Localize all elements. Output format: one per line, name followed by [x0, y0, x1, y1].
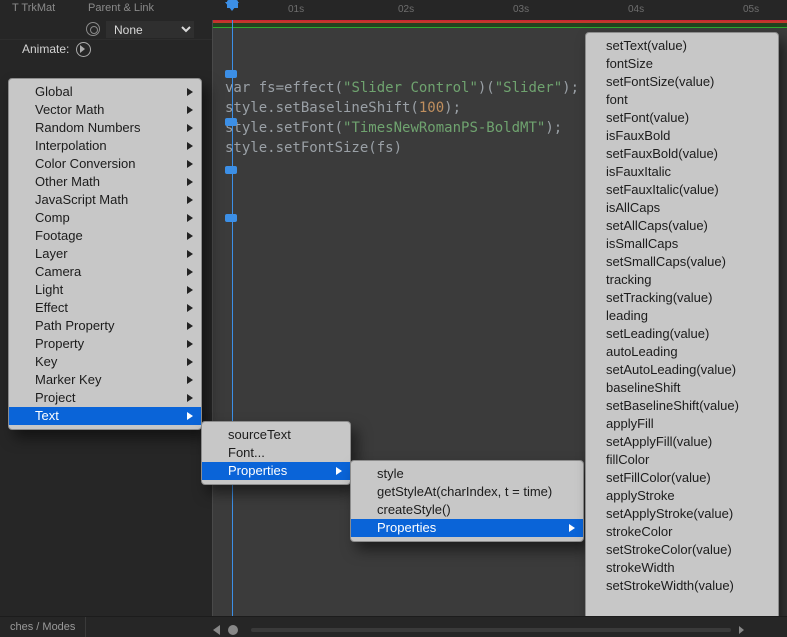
menu1-item-other-math[interactable]: Other Math — [9, 173, 201, 191]
menu4-item[interactable]: setApplyFill(value) — [586, 433, 778, 451]
menu4-item[interactable]: applyStroke — [586, 487, 778, 505]
menu1-item-path-property[interactable]: Path Property — [9, 317, 201, 335]
menu4-item[interactable]: setText(value) — [586, 37, 778, 55]
timeline-header: T TrkMat Parent & Link 01s 02s 03s 04s 0… — [0, 0, 787, 21]
menu3-item-getstyleat[interactable]: getStyleAt(charIndex, t = time) — [351, 483, 583, 501]
menu2-item-font[interactable]: Font... — [202, 444, 350, 462]
col-parent-link: Parent & Link — [88, 2, 154, 14]
switches-modes-toggle[interactable]: ches / Modes — [0, 617, 86, 637]
parent-dropdown[interactable]: None — [106, 21, 194, 38]
menu1-item-color-conversion[interactable]: Color Conversion — [9, 155, 201, 173]
menu4-item[interactable]: applyFill — [586, 415, 778, 433]
timeline-zoom-scroll[interactable] — [213, 621, 787, 633]
work-area-bar[interactable] — [213, 20, 787, 28]
menu4-item[interactable]: tracking — [586, 271, 778, 289]
menu4-item[interactable]: setLeading(value) — [586, 325, 778, 343]
app-root: T TrkMat Parent & Link 01s 02s 03s 04s 0… — [0, 0, 787, 637]
ruler-tick: 05s — [743, 4, 759, 15]
menu1-item-vector-math[interactable]: Vector Math — [9, 101, 201, 119]
playhead[interactable] — [225, 0, 240, 20]
menu2-item-sourcetext[interactable]: sourceText — [202, 426, 350, 444]
menu1-item-camera[interactable]: Camera — [9, 263, 201, 281]
menu3-item-createstyle[interactable]: createStyle() — [351, 501, 583, 519]
ruler-tick: 01s — [288, 4, 304, 15]
expression-pick-icons — [225, 70, 237, 262]
zoom-track[interactable] — [251, 628, 731, 632]
menu4-item[interactable]: font — [586, 91, 778, 109]
menu4-item[interactable]: setSmallCaps(value) — [586, 253, 778, 271]
menu4-item[interactable]: isFauxBold — [586, 127, 778, 145]
zoom-knob[interactable] — [228, 625, 238, 635]
menu4-item[interactable]: setStrokeColor(value) — [586, 541, 778, 559]
menu3-item-style[interactable]: style — [351, 465, 583, 483]
menu4-item[interactable]: fontSize — [586, 55, 778, 73]
pickwhip-icon[interactable] — [86, 22, 100, 36]
menu1-item-layer[interactable]: Layer — [9, 245, 201, 263]
footer-bar: ches / Modes — [0, 616, 787, 637]
expression-language-menu[interactable]: Global Vector Math Random Numbers Interp… — [8, 78, 202, 430]
menu4-item[interactable]: isFauxItalic — [586, 163, 778, 181]
ruler-tick: 04s — [628, 4, 644, 15]
time-ruler[interactable]: 01s 02s 03s 04s 05s — [213, 0, 787, 20]
col-trkmat: T TrkMat — [12, 2, 55, 14]
menu1-item-footage[interactable]: Footage — [9, 227, 201, 245]
zoom-out-icon[interactable] — [213, 625, 220, 635]
menu1-item-marker-key[interactable]: Marker Key — [9, 371, 201, 389]
menu4-item[interactable]: setFontSize(value) — [586, 73, 778, 91]
ruler-tick: 02s — [398, 4, 414, 15]
menu4-item[interactable]: setApplyStroke(value) — [586, 505, 778, 523]
menu1-item-effect[interactable]: Effect — [9, 299, 201, 317]
animate-row[interactable]: Animate: — [0, 40, 212, 59]
menu1-item-comp[interactable]: Comp — [9, 209, 201, 227]
text-submenu[interactable]: sourceText Font... Properties — [201, 421, 351, 485]
menu1-item-text[interactable]: Text — [9, 407, 201, 425]
menu1-item-global[interactable]: Global — [9, 83, 201, 101]
menu4-item[interactable]: setFauxItalic(value) — [586, 181, 778, 199]
menu1-item-interpolation[interactable]: Interpolation — [9, 137, 201, 155]
text-style-properties-menu[interactable]: setText(value) fontSize setFontSize(valu… — [585, 32, 779, 632]
animate-label: Animate: — [22, 42, 69, 56]
menu4-item[interactable]: setStrokeWidth(value) — [586, 577, 778, 595]
menu4-item[interactable]: setFauxBold(value) — [586, 145, 778, 163]
ruler-tick: 03s — [513, 4, 529, 15]
menu1-item-project[interactable]: Project — [9, 389, 201, 407]
menu4-item[interactable]: setFont(value) — [586, 109, 778, 127]
menu4-item[interactable]: baselineShift — [586, 379, 778, 397]
text-properties-submenu[interactable]: style getStyleAt(charIndex, t = time) cr… — [350, 460, 584, 542]
menu1-item-random-numbers[interactable]: Random Numbers — [9, 119, 201, 137]
menu4-item[interactable]: setFillColor(value) — [586, 469, 778, 487]
menu1-item-light[interactable]: Light — [9, 281, 201, 299]
menu4-item[interactable]: isAllCaps — [586, 199, 778, 217]
menu4-item[interactable]: fillColor — [586, 451, 778, 469]
layer-row[interactable]: None — [0, 20, 212, 40]
menu4-item[interactable]: setAllCaps(value) — [586, 217, 778, 235]
menu2-item-properties[interactable]: Properties — [202, 462, 350, 480]
menu1-item-property[interactable]: Property — [9, 335, 201, 353]
animate-add-icon[interactable] — [76, 42, 91, 57]
zoom-in-icon[interactable] — [739, 626, 744, 634]
menu3-item-properties[interactable]: Properties — [351, 519, 583, 537]
menu4-item[interactable]: strokeColor — [586, 523, 778, 541]
menu4-item[interactable]: strokeWidth — [586, 559, 778, 577]
menu1-item-javascript-math[interactable]: JavaScript Math — [9, 191, 201, 209]
menu4-item[interactable]: isSmallCaps — [586, 235, 778, 253]
menu4-item[interactable]: setAutoLeading(value) — [586, 361, 778, 379]
menu4-item[interactable]: setTracking(value) — [586, 289, 778, 307]
menu1-item-key[interactable]: Key — [9, 353, 201, 371]
menu4-item[interactable]: leading — [586, 307, 778, 325]
menu4-item[interactable]: setBaselineShift(value) — [586, 397, 778, 415]
menu4-item[interactable]: autoLeading — [586, 343, 778, 361]
